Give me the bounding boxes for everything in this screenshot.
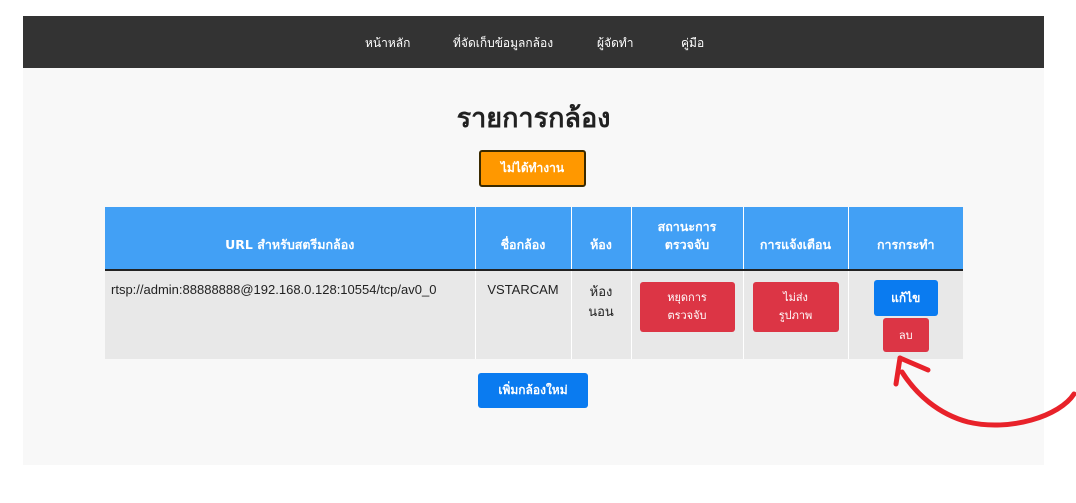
- room-line1: ห้อง: [589, 284, 613, 299]
- status-button[interactable]: ไม่ได้ทำงาน: [479, 150, 586, 187]
- action-cell: แก้ไข ลบ: [848, 269, 963, 359]
- nav-camera-storage[interactable]: ที่จัดเก็บข้อมูลกล้อง: [453, 34, 553, 53]
- notification-cell: ไม่ส่ง รูปภาพ: [743, 269, 849, 359]
- camera-room: ห้อง นอน: [571, 269, 632, 359]
- nav-authors[interactable]: ผู้จัดทำ: [597, 34, 634, 53]
- notify-line2: รูปภาพ: [778, 309, 813, 322]
- stop-detection-line1: หยุดการ: [667, 291, 707, 304]
- header-url: URL สำหรับสตรีมกล้อง: [105, 207, 476, 270]
- camera-name: VSTARCAM: [475, 269, 572, 359]
- top-navbar: หน้าหลัก ที่จัดเก็บข้อมูลกล้อง ผู้จัดทำ …: [23, 16, 1044, 68]
- header-detection-line1: สถานะการ: [657, 219, 717, 234]
- add-camera-button[interactable]: เพิ่มกล้องใหม่: [478, 373, 588, 408]
- header-notification: การแจ้งเตือน: [743, 207, 849, 270]
- stop-detection-button[interactable]: หยุดการ ตรวจจับ: [639, 282, 735, 332]
- delete-button[interactable]: ลบ: [882, 318, 929, 352]
- nav-home[interactable]: หน้าหลัก: [365, 34, 410, 53]
- page-title: รายการกล้อง: [456, 103, 611, 134]
- table-header-row: URL สำหรับสตรีมกล้อง ชื่อกล้อง ห้อง สถาน…: [105, 207, 963, 270]
- no-image-notify-button[interactable]: ไม่ส่ง รูปภาพ: [752, 282, 839, 332]
- header-action: การกระทำ: [848, 207, 963, 270]
- table-row: rtsp://admin:88888888@192.168.0.128:1055…: [105, 269, 963, 359]
- annotation-arrow-icon: [893, 355, 1076, 428]
- header-detection-line2: ตรวจจับ: [664, 237, 710, 252]
- header-camera-name: ชื่อกล้อง: [475, 207, 572, 270]
- notify-line1: ไม่ส่ง: [783, 291, 808, 304]
- nav-manual[interactable]: คู่มือ: [681, 34, 704, 53]
- header-detection-status: สถานะการ ตรวจจับ: [631, 207, 744, 270]
- edit-button[interactable]: แก้ไข: [873, 280, 938, 316]
- room-line2: นอน: [588, 304, 614, 319]
- camera-url: rtsp://admin:88888888@192.168.0.128:1055…: [105, 269, 476, 359]
- detection-cell: หยุดการ ตรวจจับ: [631, 269, 744, 359]
- stop-detection-line2: ตรวจจับ: [667, 309, 707, 322]
- header-room: ห้อง: [571, 207, 632, 270]
- camera-table: URL สำหรับสตรีมกล้อง ชื่อกล้อง ห้อง สถาน…: [105, 207, 963, 359]
